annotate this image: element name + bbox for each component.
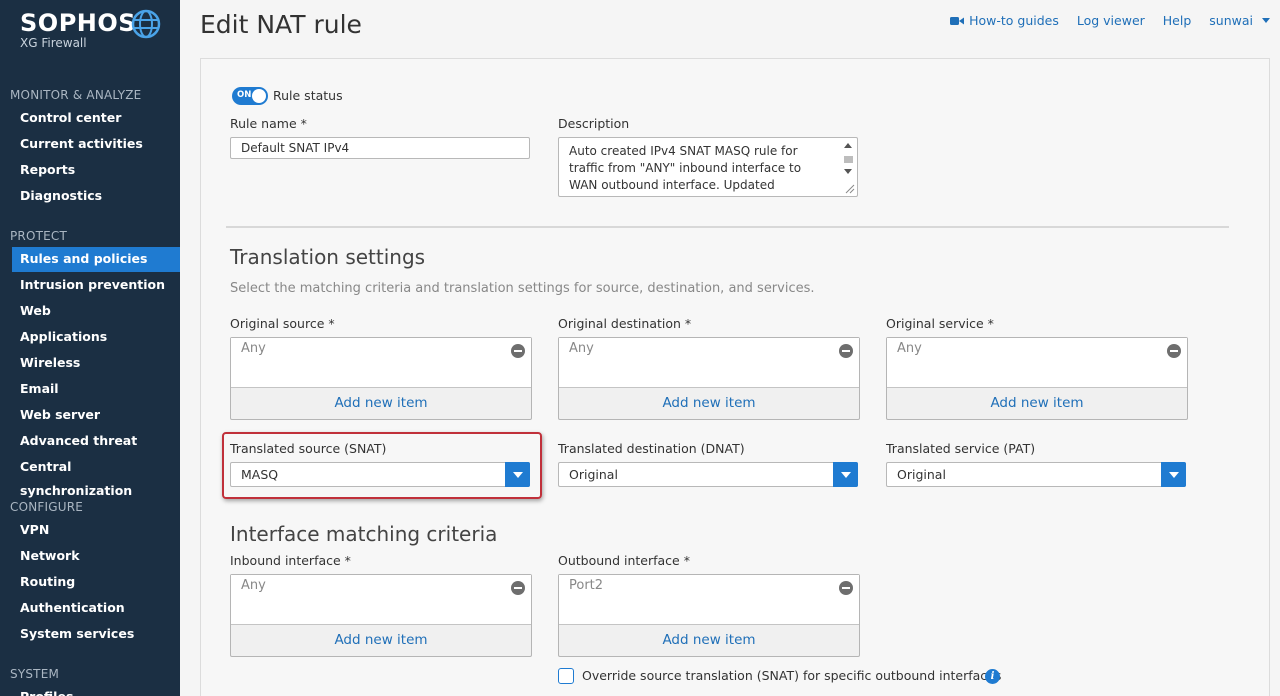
- sidebar-item-web[interactable]: Web: [12, 299, 180, 324]
- sidebar-item-email[interactable]: Email: [12, 377, 180, 402]
- outbound-interface-add-button[interactable]: Add new item: [559, 625, 859, 656]
- translated-source-label: Translated source (SNAT): [230, 441, 387, 456]
- scrollbar-control[interactable]: [841, 140, 855, 194]
- interface-matching-title: Interface matching criteria: [230, 522, 498, 546]
- user-menu[interactable]: sunwai: [1209, 13, 1270, 28]
- outbound-interface-items: Port2: [559, 575, 859, 625]
- translated-destination-select[interactable]: Original: [558, 462, 858, 487]
- description-label: Description: [558, 116, 630, 131]
- translated-service-value: Original: [897, 467, 946, 482]
- chevron-down-icon: [1262, 18, 1270, 23]
- original-destination-item: Any: [569, 341, 594, 356]
- sidebar-item-applications[interactable]: Applications: [12, 325, 180, 350]
- inbound-interface-label: Inbound interface *: [230, 553, 351, 568]
- remove-icon[interactable]: [1167, 344, 1181, 358]
- remove-icon[interactable]: [839, 344, 853, 358]
- inbound-interface-list: Any Add new item: [230, 574, 532, 657]
- original-service-add-button[interactable]: Add new item: [887, 388, 1187, 419]
- outbound-interface-label: Outbound interface *: [558, 553, 690, 568]
- sidebar-item-intrusion-prevention[interactable]: Intrusion prevention: [12, 273, 180, 298]
- sidebar-item-web-server[interactable]: Web server: [12, 403, 180, 428]
- translation-settings-title: Translation settings: [230, 245, 426, 269]
- chevron-down-icon[interactable]: [505, 462, 530, 487]
- sidebar-item-current-activities[interactable]: Current activities: [12, 132, 180, 157]
- nav-section-system: SYSTEM: [10, 667, 60, 681]
- video-camera-icon: [950, 16, 965, 25]
- sidebar-item-routing[interactable]: Routing: [12, 570, 180, 595]
- translated-source-value: MASQ: [241, 467, 279, 482]
- user-name: sunwai: [1209, 13, 1253, 28]
- brand-logo[interactable]: SOPHOS XG Firewall: [20, 8, 161, 50]
- top-links: How-to guides Log viewer Help sunwai: [950, 13, 1270, 28]
- original-source-list: Any Add new item: [230, 337, 532, 420]
- sidebar-item-diagnostics[interactable]: Diagnostics: [12, 184, 180, 209]
- original-source-item: Any: [241, 341, 266, 356]
- sidebar-item-wireless[interactable]: Wireless: [12, 351, 180, 376]
- how-to-guides-label: How-to guides: [969, 13, 1059, 28]
- sidebar-item-authentication[interactable]: Authentication: [12, 596, 180, 621]
- toggle-on-label: ON: [237, 90, 252, 100]
- translated-destination-value: Original: [569, 467, 618, 482]
- rule-name-input[interactable]: Default SNAT IPv4: [230, 137, 530, 159]
- original-source-items: Any: [231, 338, 531, 388]
- original-service-label: Original service *: [886, 316, 994, 331]
- translated-service-select[interactable]: Original: [886, 462, 1186, 487]
- description-text: Auto created IPv4 SNAT MASQ rule for tra…: [569, 144, 802, 196]
- brand-name: SOPHOS: [20, 9, 137, 37]
- inbound-interface-items: Any: [231, 575, 531, 625]
- sidebar-item-advanced-threat[interactable]: Advanced threat: [12, 429, 180, 454]
- inbound-interface-add-button[interactable]: Add new item: [231, 625, 531, 656]
- chevron-down-icon[interactable]: [833, 462, 858, 487]
- outbound-interface-list: Port2 Add new item: [558, 574, 860, 657]
- remove-icon[interactable]: [511, 344, 525, 358]
- toggle-knob: [252, 89, 266, 103]
- sidebar-item-profiles[interactable]: Profiles: [12, 685, 180, 696]
- rule-status-toggle[interactable]: ON: [232, 87, 268, 105]
- sidebar-item-vpn[interactable]: VPN: [12, 518, 180, 543]
- original-destination-label: Original destination *: [558, 316, 692, 331]
- how-to-guides-link[interactable]: How-to guides: [950, 13, 1059, 28]
- sidebar: SOPHOS XG Firewall MONITOR & ANALYZE Con…: [0, 0, 180, 696]
- original-destination-list: Any Add new item: [558, 337, 860, 420]
- translated-source-select[interactable]: MASQ: [230, 462, 530, 487]
- original-destination-add-button[interactable]: Add new item: [559, 388, 859, 419]
- brand-product: XG Firewall: [20, 36, 87, 50]
- translation-settings-desc: Select the matching criteria and transla…: [230, 281, 815, 296]
- sidebar-item-central-synchronization[interactable]: Central synchronization: [12, 455, 180, 498]
- rule-status-label: Rule status: [273, 88, 343, 103]
- nav-section-configure: CONFIGURE: [10, 500, 84, 514]
- sidebar-item-reports[interactable]: Reports: [12, 158, 180, 183]
- nav-section-protect: PROTECT: [10, 229, 68, 243]
- original-service-items: Any: [887, 338, 1187, 388]
- help-link[interactable]: Help: [1163, 13, 1192, 28]
- nav-section-monitor: MONITOR & ANALYZE: [10, 88, 142, 102]
- section-divider: [226, 226, 1229, 228]
- inbound-interface-item: Any: [241, 578, 266, 593]
- sidebar-item-network[interactable]: Network: [12, 544, 180, 569]
- chevron-down-icon[interactable]: [1161, 462, 1186, 487]
- page-title: Edit NAT rule: [200, 10, 362, 39]
- sidebar-item-control-center[interactable]: Control center: [12, 106, 180, 131]
- remove-icon[interactable]: [839, 581, 853, 595]
- original-service-list: Any Add new item: [886, 337, 1188, 420]
- override-snat-checkbox[interactable]: [558, 668, 574, 684]
- globe-icon: [131, 9, 161, 39]
- info-icon[interactable]: i: [985, 669, 1000, 684]
- original-destination-items: Any: [559, 338, 859, 388]
- rule-name-label: Rule name *: [230, 116, 307, 131]
- translated-service-label: Translated service (PAT): [886, 441, 1036, 456]
- original-source-label: Original source *: [230, 316, 335, 331]
- description-textarea[interactable]: Auto created IPv4 SNAT MASQ rule for tra…: [558, 137, 858, 197]
- sidebar-item-rules-and-policies[interactable]: Rules and policies: [12, 247, 180, 272]
- translated-destination-label: Translated destination (DNAT): [558, 441, 745, 456]
- original-service-item: Any: [897, 341, 922, 356]
- log-viewer-link[interactable]: Log viewer: [1077, 13, 1145, 28]
- sidebar-item-system-services[interactable]: System services: [12, 622, 180, 647]
- outbound-interface-item: Port2: [569, 578, 604, 593]
- override-snat-label: Override source translation (SNAT) for s…: [582, 668, 1002, 683]
- original-source-add-button[interactable]: Add new item: [231, 388, 531, 419]
- remove-icon[interactable]: [511, 581, 525, 595]
